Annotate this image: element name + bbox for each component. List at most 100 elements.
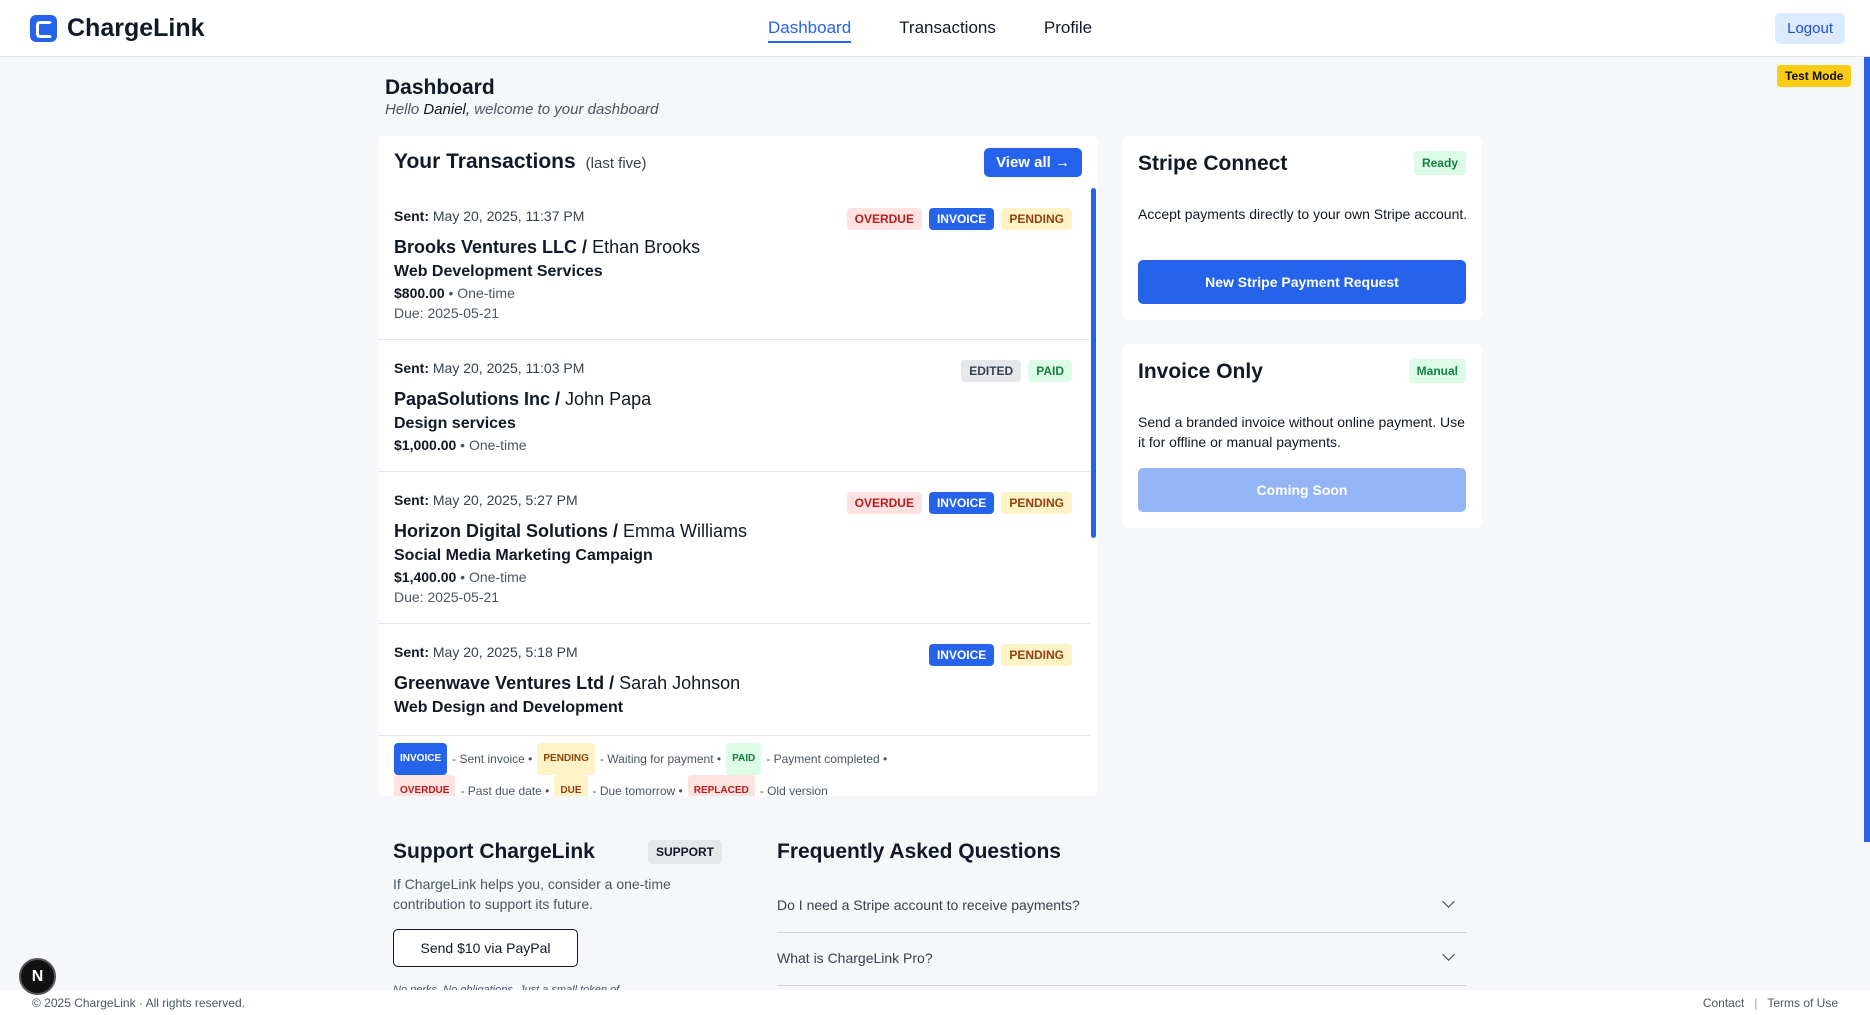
legend-pending-desc: - Waiting for payment •	[599, 752, 722, 766]
legend-due-badge: DUE	[554, 775, 588, 796]
pending-badge: PENDING	[1001, 644, 1072, 666]
support-description: If ChargeLink helps you, consider a one-…	[393, 876, 671, 912]
support-badge: SUPPORT	[648, 840, 723, 864]
amount-line: $1,000.00 • One-time	[394, 437, 527, 453]
welcome-message: Hello Daniel, welcome to your dashboard	[385, 101, 659, 118]
legend-paid-badge: PAID	[726, 743, 762, 775]
pending-badge: PENDING	[1001, 208, 1072, 230]
transaction-item[interactable]: Sent: May 20, 2025, 11:03 PM EDITED PAID…	[378, 340, 1090, 472]
amount: $1,000.00	[394, 437, 457, 453]
due-date: Due: 2025-05-21	[394, 589, 500, 605]
sent-value: May 20, 2025, 11:03 PM	[432, 360, 585, 376]
contact-name: Sarah Johnson	[619, 673, 741, 693]
amount-line: $1,400.00 • One-time	[394, 569, 527, 585]
test-mode-badge: Test Mode	[1777, 65, 1852, 87]
legend-paid-desc: - Payment completed •	[766, 752, 888, 766]
chevron-down-icon	[1442, 948, 1455, 961]
pending-badge: PENDING	[1001, 492, 1072, 514]
chargelink-logo-icon	[30, 15, 57, 42]
page-title: Dashboard	[385, 76, 495, 99]
amount: $1,400.00	[394, 569, 457, 585]
support-title: Support ChargeLink	[393, 840, 595, 863]
company-line: Greenwave Ventures Ltd / Sarah Johnson	[394, 673, 741, 693]
brand[interactable]: ChargeLink	[30, 14, 205, 43]
top-header: ChargeLink Dashboard Transactions Profil…	[0, 0, 1870, 57]
legend-replaced-badge: REPLACED	[687, 775, 755, 796]
company-line: PapaSolutions Inc / John Papa	[394, 389, 652, 409]
company-line: Brooks Ventures LLC / Ethan Brooks	[394, 237, 701, 257]
stripe-connect-card: Stripe Connect Ready Accept payments dir…	[1122, 136, 1482, 320]
terms-link[interactable]: Terms of Use	[1767, 996, 1838, 1010]
transaction-item[interactable]: Sent: May 20, 2025, 5:27 PM OVERDUE INVO…	[378, 472, 1090, 624]
contact-name: John Papa	[565, 389, 652, 409]
logout-button[interactable]: Logout	[1775, 13, 1845, 44]
due-date: Due: 2025-05-21	[394, 305, 500, 321]
legend-pending-badge: PENDING	[537, 743, 595, 775]
view-all-button[interactable]: View all →	[984, 148, 1082, 177]
faq-item[interactable]: What is ChargeLink Pro?	[777, 933, 1467, 986]
status-badges: EDITED PAID	[961, 360, 1072, 382]
legend-overdue-badge: OVERDUE	[394, 775, 456, 796]
sent-label: Sent:	[394, 360, 429, 376]
nav-profile[interactable]: Profile	[1044, 18, 1092, 43]
invoice-only-title: Invoice Only	[1138, 360, 1263, 383]
faq-item[interactable]: Do I need a Stripe account to receive pa…	[777, 880, 1467, 933]
service-name: Web Development Services	[394, 263, 603, 280]
company-name: Horizon Digital Solutions	[394, 521, 608, 541]
legend-invoice-desc: - Sent invoice •	[452, 752, 533, 766]
transactions-subtitle: (last five)	[585, 155, 647, 172]
legend-due-desc: - Due tomorrow •	[592, 784, 683, 796]
nav-transactions[interactable]: Transactions	[899, 18, 996, 43]
main-nav: Dashboard Transactions Profile	[768, 18, 1092, 43]
sent-label: Sent:	[394, 208, 429, 224]
new-stripe-payment-request-button[interactable]: New Stripe Payment Request	[1138, 260, 1466, 304]
invoice-badge: INVOICE	[928, 644, 995, 666]
overdue-badge: OVERDUE	[846, 208, 922, 230]
copyright: © 2025 ChargeLink · All rights reserved.	[32, 996, 245, 1010]
company-name: PapaSolutions Inc	[394, 389, 551, 409]
footer-separator: |	[1754, 996, 1758, 1010]
nav-dashboard[interactable]: Dashboard	[768, 18, 852, 43]
faq-question: Do I need a Stripe account to receive pa…	[777, 897, 1080, 913]
amount-line: $800.00 • One-time	[394, 285, 515, 301]
legend-replaced-desc: - Old version	[759, 784, 828, 796]
contact-link[interactable]: Contact	[1703, 996, 1744, 1010]
invoice-only-description: Send a branded invoice without online pa…	[1138, 414, 1465, 450]
status-badges: OVERDUE INVOICE PENDING	[846, 492, 1072, 514]
company-line: Horizon Digital Solutions / Emma William…	[394, 521, 748, 541]
amount: $800.00	[394, 285, 445, 301]
frequency: One-time	[457, 285, 515, 301]
transaction-item[interactable]: Sent: May 20, 2025, 5:18 PM INVOICE PEND…	[378, 624, 1090, 736]
legend-row: INVOICE - Sent invoice • PENDING - Waiti…	[394, 743, 1084, 775]
legend-invoice-badge: INVOICE	[394, 743, 448, 775]
brand-name: ChargeLink	[67, 14, 205, 42]
invoice-only-card: Invoice Only Manual Send a branded invoi…	[1122, 344, 1482, 528]
legend-row: OVERDUE - Past due date • DUE - Due tomo…	[394, 775, 1084, 796]
sent-value: May 20, 2025, 5:18 PM	[432, 644, 578, 660]
overdue-badge: OVERDUE	[846, 492, 922, 514]
footer: © 2025 ChargeLink · All rights reserved.…	[0, 990, 1870, 1015]
company-name: Brooks Ventures LLC	[394, 237, 578, 257]
page-scrollbar-thumb[interactable]	[1864, 57, 1870, 842]
service-name: Design services	[394, 415, 516, 432]
manual-badge: Manual	[1408, 359, 1466, 383]
company-name: Greenwave Ventures Ltd	[394, 673, 605, 693]
paypal-donate-button[interactable]: Send $10 via PayPal	[393, 929, 578, 967]
stripe-connect-title: Stripe Connect	[1138, 152, 1288, 175]
sent-label: Sent:	[394, 644, 429, 660]
footer-links: Contact | Terms of Use	[1703, 996, 1838, 1010]
invoice-badge: INVOICE	[928, 208, 995, 230]
service-name: Web Design and Development	[394, 699, 624, 716]
faq-question: What is ChargeLink Pro?	[777, 950, 933, 966]
status-badges: INVOICE PENDING	[928, 644, 1072, 666]
transactions-list[interactable]: Sent: May 20, 2025, 11:37 PM OVERDUE INV…	[378, 188, 1090, 741]
greeting-suffix: welcome to your dashboard	[474, 101, 659, 118]
transactions-card: Your Transactions (last five) View all →…	[378, 136, 1098, 796]
ready-badge: Ready	[1413, 151, 1466, 175]
transaction-item[interactable]: Sent: May 20, 2025, 11:37 PM OVERDUE INV…	[378, 188, 1090, 340]
frequency: One-time	[468, 569, 527, 585]
dev-tools-badge[interactable]: N	[19, 958, 56, 995]
transactions-title: Your Transactions	[394, 150, 576, 173]
transactions-scrollbar-thumb[interactable]	[1091, 188, 1096, 538]
faq-title: Frequently Asked Questions	[777, 840, 1061, 863]
